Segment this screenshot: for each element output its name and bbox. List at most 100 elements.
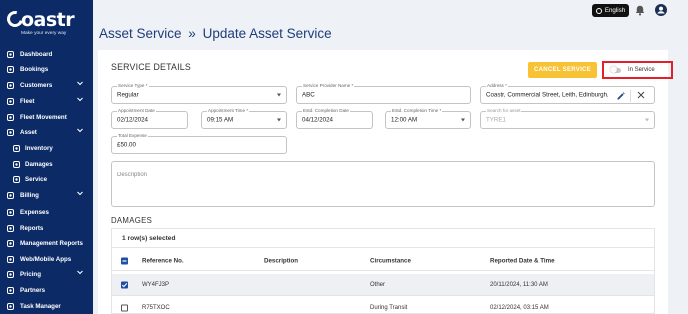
appointment-time-value: 09:15 AM xyxy=(207,116,234,124)
asset-search-label: Search for asset xyxy=(486,108,522,113)
appointment-time-select[interactable]: Appointment Time * 09:15 AM xyxy=(201,108,287,129)
service-type-select[interactable]: Service Type * Regular xyxy=(111,83,287,104)
sidebar-item-expenses[interactable]: Expenses xyxy=(0,205,93,219)
toggle-track[interactable] xyxy=(610,65,621,73)
sidebar-item-label: Asset xyxy=(20,128,37,136)
description-placeholder: Description xyxy=(117,172,148,178)
sidebar-item-label: Fleet Movement xyxy=(20,113,67,121)
toggle-label: In Service xyxy=(628,67,655,73)
column-header-reference[interactable]: Reference No. xyxy=(142,258,184,265)
total-expense-label: Total Expense xyxy=(117,133,148,138)
sidebar-item-label: Task Manager xyxy=(20,302,61,310)
sidebar-item-partners[interactable]: Partners xyxy=(0,283,93,297)
sidebar-item-reports[interactable]: Reports xyxy=(0,221,93,235)
clear-close-icon[interactable] xyxy=(637,91,645,99)
coastr-logo[interactable]: oastr Make your every way xyxy=(4,8,89,37)
cancel-service-button[interactable]: CANCEL SERVICE xyxy=(528,62,597,78)
page-title: Asset Service » Update Asset Service xyxy=(99,26,332,41)
sidebar-item-label: Pricing xyxy=(20,270,41,278)
sidebar: oastr Make your every way Dashboard Booki… xyxy=(0,0,93,314)
cell-reported: 02/12/2024, 03:15 AM xyxy=(490,304,549,311)
sidebar-item-dashboard[interactable]: Dashboard xyxy=(0,47,93,61)
address-divider xyxy=(630,90,631,102)
damages-table: 1 row(s) selected Reference No. Descript… xyxy=(111,228,655,314)
service-provider-input[interactable]: Service Provider Name * ABC xyxy=(296,83,471,104)
sidebar-item-fleet[interactable]: Fleet xyxy=(0,94,93,108)
asset-search-select: Search for asset TYRE1 xyxy=(480,108,655,129)
expenses-icon xyxy=(6,208,14,216)
dropdown-caret-icon xyxy=(277,93,281,97)
pricing-tag-icon xyxy=(6,270,14,278)
notification-bell-icon[interactable] xyxy=(635,5,645,16)
sidebar-item-web-mobile-apps[interactable]: Web/Mobile Apps xyxy=(0,252,93,266)
chevron-down-icon xyxy=(77,97,83,104)
column-header-circumstance[interactable]: Circumstance xyxy=(370,258,411,265)
sidebar-item-bookings[interactable]: Bookings xyxy=(0,62,93,76)
sidebar-item-damages[interactable]: Damages xyxy=(0,157,93,171)
cell-circumstance: Other xyxy=(370,281,386,288)
select-all-checkbox[interactable] xyxy=(121,257,128,265)
table-row[interactable]: R75TXOC During Transit 02/12/2024, 03:15 A… xyxy=(112,297,654,314)
service-wrench-icon xyxy=(12,175,20,183)
language-button[interactable]: English xyxy=(592,4,629,17)
bookings-icon xyxy=(6,65,14,73)
appointment-date-label: Appointment Date xyxy=(117,108,156,113)
sidebar-item-label: Inventory xyxy=(25,144,53,152)
sidebar-item-billing[interactable]: Billing xyxy=(0,188,93,202)
sidebar-item-service[interactable]: Service xyxy=(0,172,93,186)
edit-pencil-icon[interactable] xyxy=(617,92,625,100)
reports-icon xyxy=(6,224,14,232)
sidebar-item-inventory[interactable]: Inventory xyxy=(0,141,93,155)
completion-time-value: 12:00 AM xyxy=(391,116,418,124)
service-provider-label: Service Provider Name * xyxy=(302,83,355,88)
damages-warning-icon xyxy=(12,160,20,168)
table-header-row: Reference No. Description Circumstance R… xyxy=(112,252,654,271)
task-manager-icon xyxy=(6,302,14,310)
completion-time-select[interactable]: Estd. Completion Time * 12:00 AM xyxy=(385,108,471,129)
row-checkbox[interactable] xyxy=(121,281,128,288)
logo-wordmark: oastr xyxy=(21,9,75,31)
sidebar-item-label: Management Reports xyxy=(20,239,83,247)
total-expense-input[interactable]: Total Expense £50.00 xyxy=(111,133,287,154)
sidebar-item-pricing[interactable]: Pricing xyxy=(0,267,93,281)
user-account-icon[interactable] xyxy=(655,4,667,16)
sidebar-item-label: Billing xyxy=(20,191,39,199)
service-type-label: Service Type * xyxy=(117,83,149,88)
completion-time-label: Estd. Completion Time * xyxy=(391,108,443,113)
partners-icon xyxy=(6,286,14,294)
language-label: English xyxy=(604,7,626,14)
globe-icon xyxy=(595,7,602,14)
dropdown-caret-icon xyxy=(645,118,649,122)
apps-globe-icon xyxy=(6,255,14,263)
sidebar-item-label: Damages xyxy=(25,160,53,168)
table-row[interactable]: WY4FJ3P Other 20/11/2024, 11:30 AM xyxy=(112,274,654,296)
breadcrumb-parent[interactable]: Asset Service xyxy=(99,26,182,41)
in-service-toggle[interactable]: In Service xyxy=(602,61,673,79)
cell-reference: R75TXOC xyxy=(142,304,170,311)
sidebar-item-asset[interactable]: Asset xyxy=(0,125,93,139)
fleet-movement-icon xyxy=(6,113,14,121)
toggle-knob xyxy=(610,65,617,73)
breadcrumb-separator: » xyxy=(188,26,196,41)
selection-status: 1 row(s) selected xyxy=(112,229,654,248)
cell-reported: 20/11/2024, 11:30 AM xyxy=(490,281,548,288)
dashboard-icon xyxy=(6,50,14,58)
description-textarea[interactable]: Description xyxy=(111,161,655,207)
column-header-description[interactable]: Description xyxy=(264,258,298,265)
row-checkbox[interactable] xyxy=(121,304,128,311)
sidebar-item-label: Partners xyxy=(20,286,46,294)
sidebar-item-label: Reports xyxy=(20,224,44,232)
sidebar-item-label: Bookings xyxy=(20,65,49,73)
completion-date-input[interactable]: Estd. Completion Date 04/12/2024 xyxy=(296,108,373,129)
column-header-reported[interactable]: Reported Date & Time xyxy=(490,258,555,265)
service-details-heading: SERVICE DETAILS xyxy=(111,62,191,72)
sidebar-item-label: Fleet xyxy=(20,97,35,105)
sidebar-item-task-manager[interactable]: Task Manager xyxy=(0,299,93,313)
appointment-date-input[interactable]: Appointment Date 02/12/2024 xyxy=(111,108,188,129)
dropdown-caret-icon xyxy=(277,118,281,122)
damages-heading: DAMAGES xyxy=(111,216,153,225)
sidebar-item-customers[interactable]: Customers xyxy=(0,78,93,92)
sidebar-item-fleet-movement[interactable]: Fleet Movement xyxy=(0,110,93,124)
address-field[interactable]: Address * Coastr, Commercial Street, Lei… xyxy=(480,83,655,104)
sidebar-item-management-reports[interactable]: Management Reports xyxy=(0,236,93,250)
